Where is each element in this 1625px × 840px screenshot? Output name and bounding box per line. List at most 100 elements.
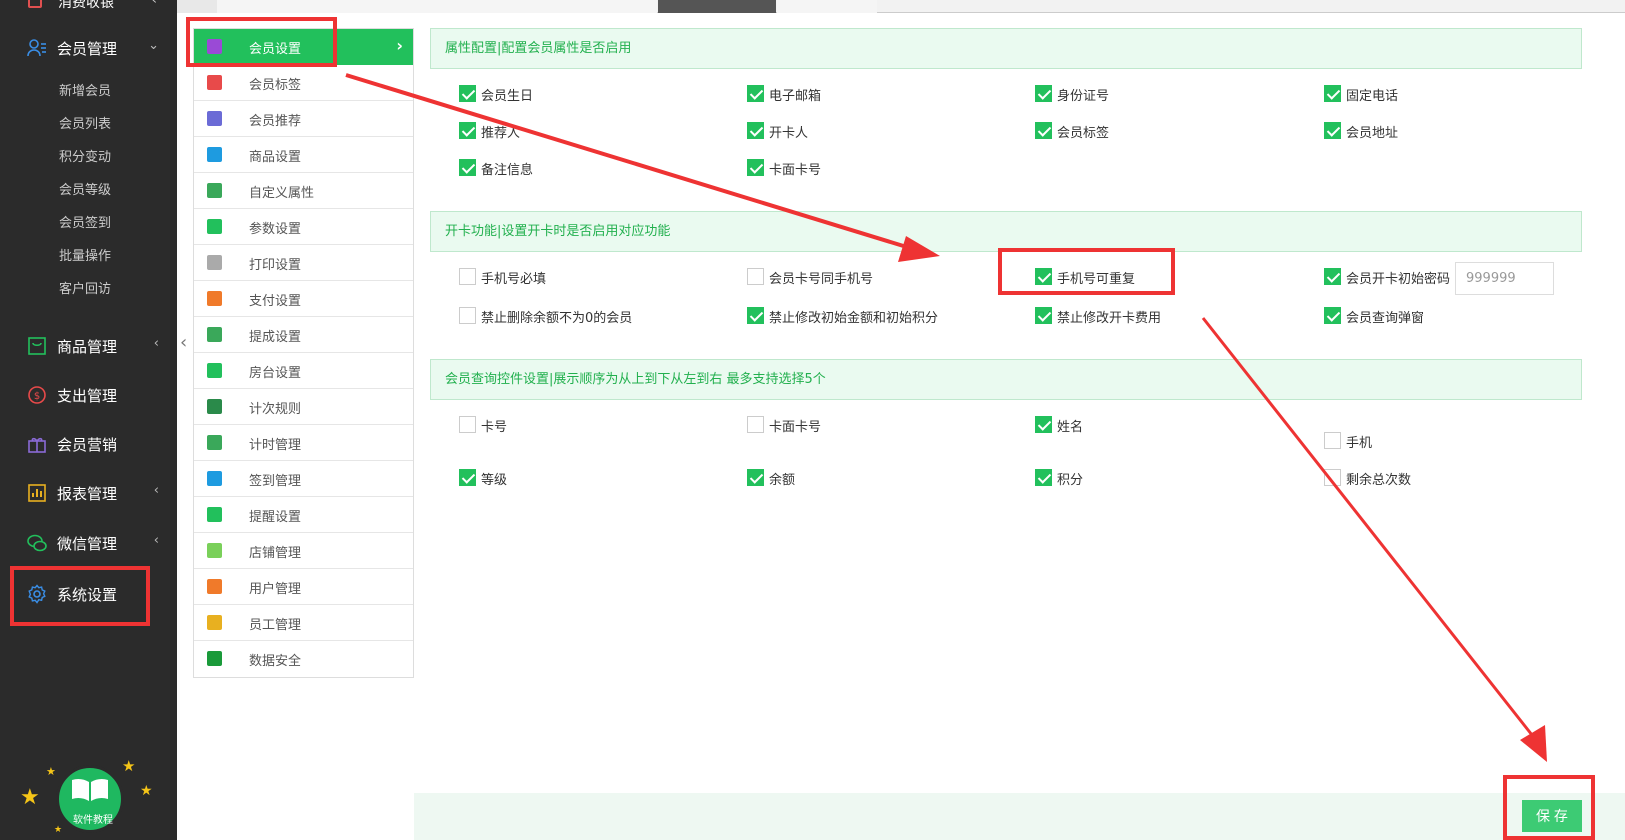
checkbox[interactable] — [747, 416, 764, 433]
arrow-head — [1520, 725, 1547, 762]
nav-group-member-marketing[interactable]: 会员营销 — [0, 428, 177, 460]
submenu-label: 店铺管理 — [249, 546, 302, 561]
submenu-item-payment-settings[interactable]: 支付设置 — [194, 281, 413, 317]
room-icon — [207, 363, 222, 378]
nav-sub-member-level[interactable]: 会员等级 — [59, 179, 111, 198]
checkbox[interactable] — [1035, 268, 1052, 285]
initial-password-input[interactable]: 999999 — [1455, 262, 1554, 295]
chevron-left-icon: ‹ — [151, 0, 157, 8]
nav-group-label: 会员营销 — [57, 436, 118, 454]
software-tutorial-button[interactable]: ★ ★ ★ ★ ★ 软件教程 — [16, 757, 166, 837]
gift-icon — [28, 437, 46, 453]
checkbox[interactable] — [459, 159, 476, 176]
submenu-label: 会员标签 — [249, 78, 302, 93]
nav-item-checkout[interactable]: 消费收银 ‹ — [0, 0, 177, 16]
section-header-attributes: 属性配置|配置会员属性是否启用 — [430, 28, 1582, 69]
checkbox[interactable] — [747, 307, 764, 324]
checkbox[interactable] — [1035, 122, 1052, 139]
checkbox[interactable] — [1324, 85, 1341, 102]
submenu-item-member-tags[interactable]: 会员标签 — [194, 65, 413, 101]
option-label: 会员开卡初始密码 — [1346, 272, 1451, 287]
nav-sub-member-list[interactable]: 会员列表 — [59, 113, 111, 132]
user-icon — [207, 579, 222, 594]
nav-group-label: 商品管理 — [57, 338, 118, 356]
submenu-label: 会员设置 — [249, 42, 302, 57]
tab-active[interactable] — [658, 0, 776, 13]
nav-group-goods-management[interactable]: 商品管理 ‹ — [0, 330, 177, 362]
submenu-item-room-settings[interactable]: 房台设置 — [194, 353, 413, 389]
checkbox[interactable] — [1035, 85, 1052, 102]
submenu-item-reminder-settings[interactable]: 提醒设置 — [194, 497, 413, 533]
checkbox[interactable] — [1324, 432, 1341, 449]
collapse-sidebar-icon[interactable]: ‹ — [180, 332, 194, 354]
submenu-label: 商品设置 — [249, 150, 302, 165]
checkbox[interactable] — [459, 122, 476, 139]
checkbox[interactable] — [747, 469, 764, 486]
money-icon: $ — [28, 386, 46, 404]
section-header-card-opening: 开卡功能|设置开卡时是否启用对应功能 — [430, 211, 1582, 252]
submenu-label: 支付设置 — [249, 294, 302, 309]
submenu-item-checkin-management[interactable]: 签到管理 — [194, 461, 413, 497]
footer-bar — [414, 793, 1625, 840]
chevron-left-icon: ‹ — [153, 533, 159, 548]
tab-item[interactable] — [217, 0, 657, 13]
checkbox[interactable] — [459, 416, 476, 433]
checkbox[interactable] — [747, 268, 764, 285]
submenu-item-staff-management[interactable]: 员工管理 — [194, 605, 413, 641]
nav-sub-batch-operation[interactable]: 批量操作 — [59, 245, 111, 264]
list-icon — [207, 399, 222, 414]
submenu-item-member-settings[interactable]: 会员设置 › — [194, 29, 413, 65]
submenu-item-store-management[interactable]: 店铺管理 — [194, 533, 413, 569]
submenu-item-timing-management[interactable]: 计时管理 — [194, 425, 413, 461]
option-label: 手机号必填 — [481, 272, 547, 287]
option-label: 手机号可重复 — [1057, 272, 1136, 287]
checkbox[interactable] — [1035, 469, 1052, 486]
nav-group-member-management[interactable]: 会员管理 ⌄ — [0, 32, 177, 64]
submenu-label: 提成设置 — [249, 330, 302, 345]
checkbox[interactable] — [747, 159, 764, 176]
option-label: 会员卡号同手机号 — [769, 272, 874, 287]
submenu-item-data-security[interactable]: 数据安全 — [194, 641, 413, 677]
submenu-item-parameter-settings[interactable]: 参数设置 — [194, 209, 413, 245]
checkbox[interactable] — [1324, 268, 1341, 285]
submenu-label: 用户管理 — [249, 582, 302, 597]
option-label: 积分 — [1057, 473, 1084, 488]
nav-group-wechat-management[interactable]: 微信管理 ‹ — [0, 527, 177, 559]
nav-group-report-management[interactable]: 报表管理 ‹ — [0, 477, 177, 509]
wechat-icon — [27, 534, 47, 552]
tab-item[interactable] — [777, 0, 877, 13]
nav-sub-customer-revisit[interactable]: 客户回访 — [59, 278, 111, 297]
chevron-left-icon: ‹ — [153, 336, 159, 351]
checkbox[interactable] — [1324, 469, 1341, 486]
checkbox[interactable] — [747, 122, 764, 139]
left-nav: 消费收银 ‹ 会员管理 ⌄ 新增会员 会员列表 积分变动 会员等级 会员签到 批… — [0, 0, 177, 840]
option-label: 会员查询弹窗 — [1346, 311, 1425, 326]
submenu-item-member-referral[interactable]: 会员推荐 — [194, 101, 413, 137]
option-label: 会员地址 — [1346, 126, 1399, 141]
nav-group-system-settings[interactable]: 系统设置 — [0, 578, 177, 610]
checkbox[interactable] — [459, 469, 476, 486]
goods-icon — [28, 337, 46, 355]
checkbox[interactable] — [1324, 307, 1341, 324]
nav-sub-points-change[interactable]: 积分变动 — [59, 146, 111, 165]
checkbox[interactable] — [459, 85, 476, 102]
nav-sub-add-member[interactable]: 新增会员 — [59, 80, 111, 99]
submenu-item-commission-settings[interactable]: 提成设置 — [194, 317, 413, 353]
submenu-item-user-management[interactable]: 用户管理 — [194, 569, 413, 605]
submenu-label: 数据安全 — [249, 654, 302, 669]
submenu-item-count-rules[interactable]: 计次规则 — [194, 389, 413, 425]
checkbox[interactable] — [747, 85, 764, 102]
book-icon — [72, 778, 108, 801]
checkbox[interactable] — [1035, 416, 1052, 433]
nav-sub-member-checkin[interactable]: 会员签到 — [59, 212, 111, 231]
submenu-item-goods-settings[interactable]: 商品设置 — [194, 137, 413, 173]
nav-group-expense-management[interactable]: $ 支出管理 — [0, 379, 177, 411]
checkbox[interactable] — [459, 268, 476, 285]
save-button[interactable]: 保 存 — [1522, 800, 1582, 832]
submenu-item-print-settings[interactable]: 打印设置 — [194, 245, 413, 281]
checkbox[interactable] — [1324, 122, 1341, 139]
checkbox[interactable] — [459, 307, 476, 324]
tab-scroll-left[interactable] — [177, 0, 217, 13]
submenu-item-custom-attributes[interactable]: 自定义属性 — [194, 173, 413, 209]
checkbox[interactable] — [1035, 307, 1052, 324]
